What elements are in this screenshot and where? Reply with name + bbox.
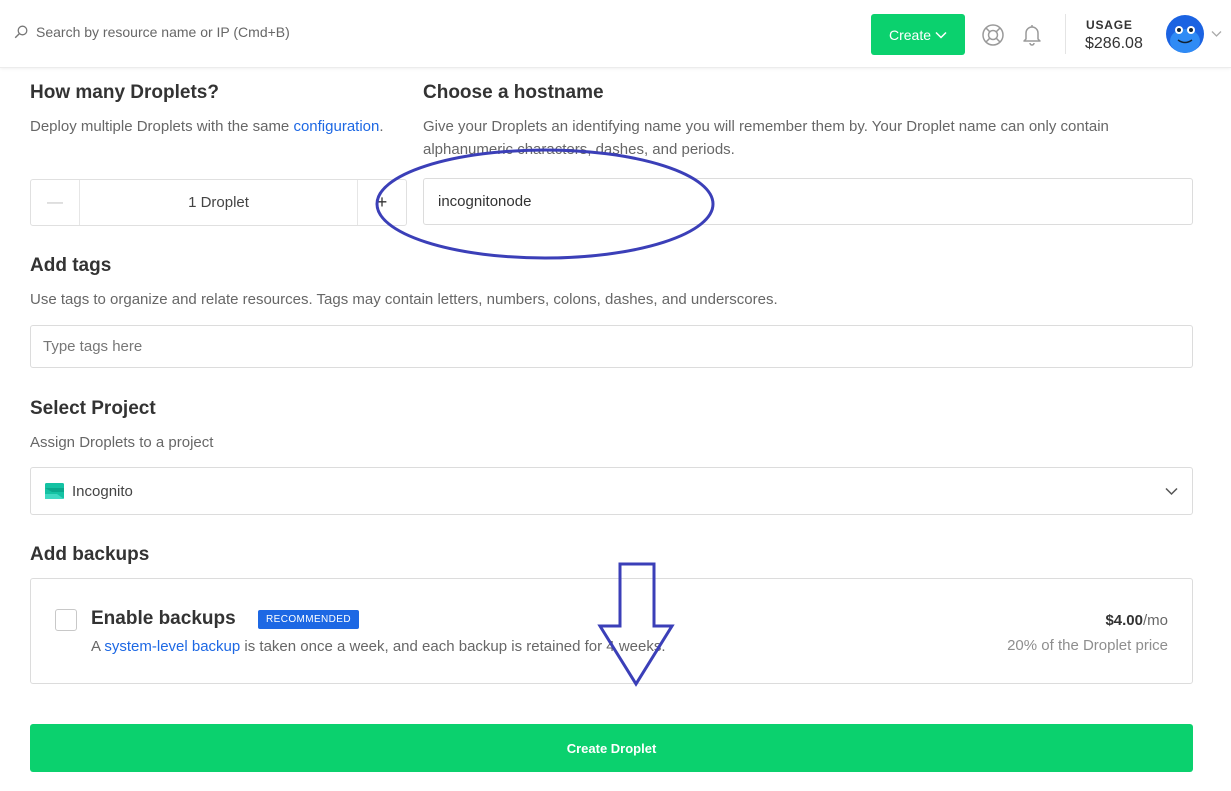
project-title: Select Project [30,398,156,419]
usage-value[interactable]: $286.08 [1085,35,1143,53]
chevron-down-icon [935,31,947,39]
backups-title: Add backups [30,544,150,565]
configuration-link[interactable]: configuration [293,118,379,135]
avatar[interactable] [1166,15,1204,53]
backup-price-unit: /mo [1142,612,1168,629]
droplet-count-desc-prefix: Deploy multiple Droplets with the same [30,118,294,135]
avatar-icon [1170,26,1200,53]
create-droplet-button[interactable]: Create Droplet [30,724,1193,772]
backup-desc: A system-level backup is taken once a we… [91,638,666,655]
enable-backups-checkbox[interactable] [55,609,77,631]
search-placeholder[interactable]: Search by resource name or IP (Cmd+B) [36,24,290,40]
project-selected-label: Incognito [72,482,133,500]
header-divider [1065,14,1066,54]
create-menu-button[interactable]: Create [871,14,965,55]
backup-price-value: $4.00 [1105,612,1143,629]
search-bar[interactable]: Search by resource name or IP (Cmd+B) [14,24,290,40]
tags-desc: Use tags to organize and relate resource… [30,291,778,308]
project-icon [45,483,64,499]
top-bar: Search by resource name or IP (Cmd+B) Cr… [0,0,1231,68]
droplet-quantity-stepper: — 1 Droplet + [30,179,407,226]
backup-option-card[interactable]: Enable backups RECOMMENDED A system-leve… [30,578,1193,684]
decrement-button[interactable]: — [31,180,80,225]
search-icon [14,25,28,39]
help-lifebuoy-icon[interactable] [981,23,1005,47]
droplet-count-value: 1 Droplet [188,194,249,211]
increment-button[interactable]: + [357,180,406,225]
enable-backups-label[interactable]: Enable backups [91,608,236,630]
tags-title: Add tags [30,255,112,276]
usage-label: USAGE [1086,18,1133,32]
backup-desc-suffix: is taken once a week, and each backup is… [240,638,666,655]
system-level-backup-link[interactable]: system-level backup [104,638,240,655]
create-button-label: Create [888,26,932,43]
droplet-count-desc-suffix: . [379,118,384,135]
account-chevron-down-icon[interactable] [1211,30,1222,38]
backup-price-note: 20% of the Droplet price [1007,637,1168,654]
backup-price: $4.00/mo [1105,612,1168,629]
tags-input[interactable] [30,325,1193,368]
hostname-input[interactable] [423,178,1193,225]
backup-desc-prefix: A [91,638,105,655]
project-desc: Assign Droplets to a project [30,434,214,451]
droplet-count-title: How many Droplets? [30,82,219,103]
recommended-badge: RECOMMENDED [258,610,359,629]
bell-icon[interactable] [1020,22,1044,46]
hostname-desc: Give your Droplets an identifying name y… [423,118,1109,158]
project-select[interactable]: Incognito [30,467,1193,515]
droplet-count-desc: Deploy multiple Droplets with the same c… [30,115,384,138]
hostname-title: Choose a hostname [423,82,604,103]
chevron-down-icon [1165,487,1178,496]
